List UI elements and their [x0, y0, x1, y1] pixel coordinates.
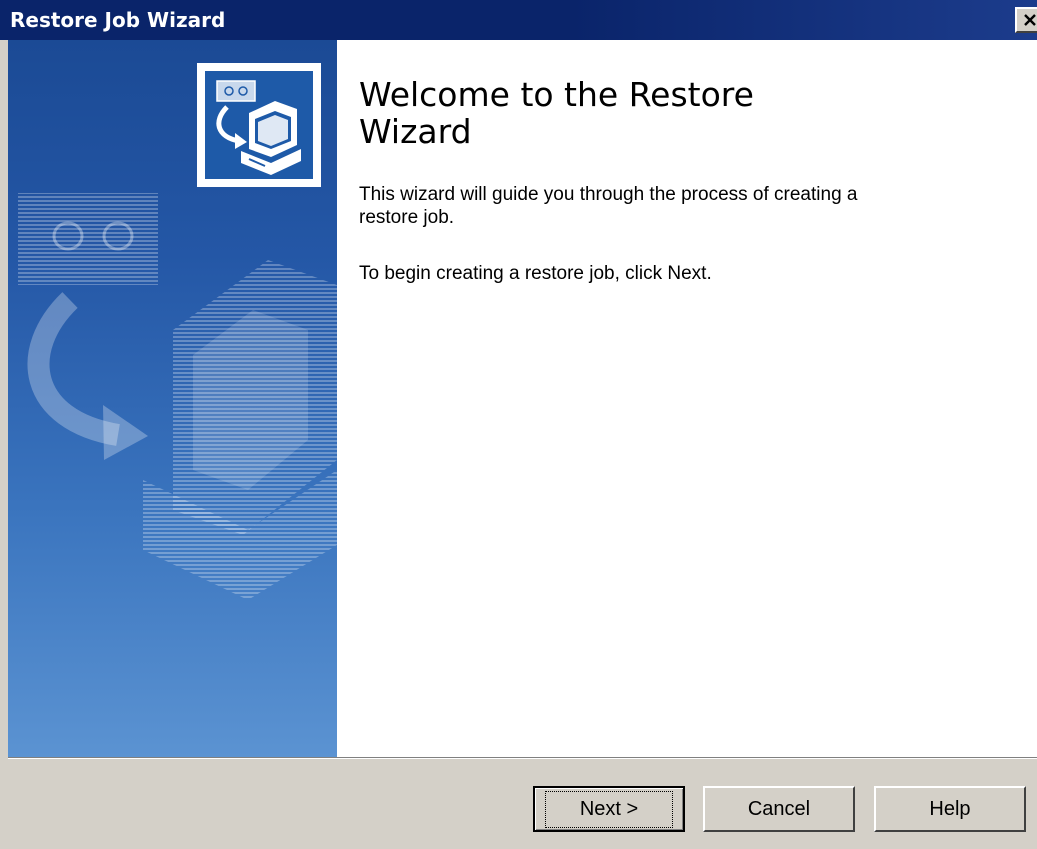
wizard-main-panel: Welcome to the Restore Wizard This wizar… [337, 40, 1037, 757]
instruction-text: To begin creating a restore job, click N… [359, 263, 712, 284]
button-area-divider [8, 757, 1037, 759]
next-button[interactable]: Next > [533, 786, 685, 832]
cancel-button[interactable]: Cancel [703, 786, 855, 832]
intro-text: This wizard will guide you through the p… [359, 184, 858, 228]
title-bar[interactable]: Restore Job Wizard [0, 0, 1037, 40]
restore-logo [197, 63, 321, 187]
help-button-label: Help [929, 797, 971, 820]
window-title: Restore Job Wizard [10, 8, 226, 32]
cancel-button-label: Cancel [747, 797, 811, 820]
close-button[interactable] [1015, 7, 1037, 33]
next-button-label: Next > [579, 797, 639, 820]
wizard-sidebar-banner [8, 40, 337, 757]
restore-computer-icon [205, 71, 313, 179]
close-icon [1024, 14, 1036, 26]
help-button[interactable]: Help [874, 786, 1026, 832]
next-button-focus-rect: Next > [544, 790, 674, 828]
welcome-heading: Welcome to the Restore Wizard [359, 75, 754, 151]
wizard-content: Welcome to the Restore Wizard This wizar… [8, 40, 1037, 757]
restore-job-wizard-dialog: Restore Job Wizard Welcome to the Restor… [0, 0, 1037, 849]
